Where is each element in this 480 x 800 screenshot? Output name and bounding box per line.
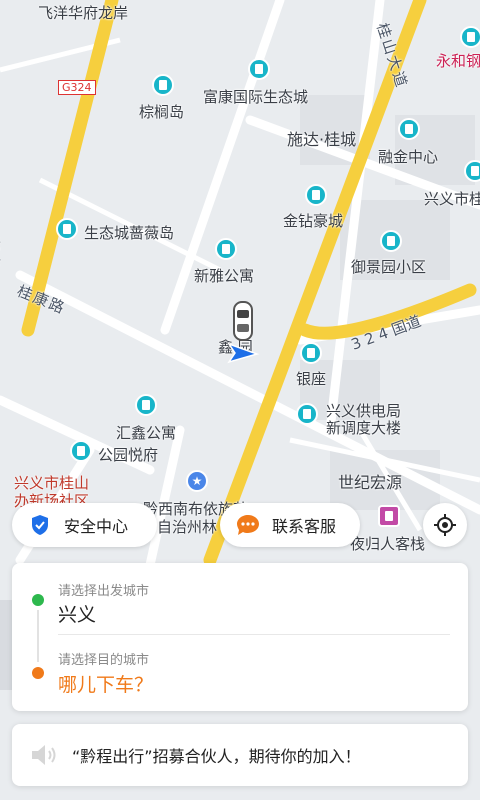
trip-panel: 请选择出发城市 兴义 请选择目的城市 哪儿下车？ — [12, 563, 468, 711]
poi-marker-icon[interactable] — [398, 118, 420, 140]
map-label-huixin: 汇鑫公寓 — [116, 424, 177, 442]
locate-button[interactable] — [423, 503, 467, 547]
hotel-icon[interactable] — [378, 505, 400, 527]
poi-marker-icon[interactable] — [248, 58, 270, 80]
map-label-xinya: 新雅公寓 — [194, 267, 255, 285]
poi-marker-icon[interactable] — [464, 160, 480, 182]
poi-marker-icon[interactable] — [135, 394, 157, 416]
map-label-yujingyuan: 御景园小区 — [351, 258, 427, 276]
chat-bubble-icon — [236, 513, 260, 537]
map-label-shijihongyuan: 世纪宏源 — [338, 473, 403, 492]
map-label-yeguiren: 夜归人客栈 — [350, 535, 426, 553]
departure-city-row[interactable]: 请选择出发城市 兴义 — [12, 563, 468, 634]
speaker-icon — [28, 740, 58, 770]
departure-dot-icon — [32, 594, 44, 606]
departure-city-value: 兴义 — [58, 604, 97, 626]
contact-service-label: 联系客服 — [272, 517, 337, 536]
departure-hint: 请选择出发城市 — [58, 584, 150, 599]
map-label-xindiaodu: 新调度大楼 — [326, 419, 402, 437]
poi-marker-icon[interactable] — [460, 26, 480, 48]
map-label-jinzuan: 金钻豪城 — [283, 212, 344, 230]
map-label-zonglvdao: 棕榈岛 — [139, 103, 185, 121]
poi-marker-icon[interactable] — [152, 74, 174, 96]
poi-marker-icon[interactable] — [70, 440, 92, 462]
poi-marker-icon[interactable] — [56, 218, 78, 240]
destination-hint: 请选择目的城市 — [58, 653, 150, 668]
map-label-shida: 施达·桂城 — [287, 130, 357, 149]
map-label-yinzuo: 银座 — [296, 370, 327, 388]
contact-service-button[interactable]: 联系客服 — [220, 503, 360, 547]
map-label-fukang: 富康国际生态城 — [203, 88, 309, 106]
road-label-xingyi: 兴义 — [0, 236, 2, 271]
recruitment-notice-bar[interactable]: “黔程出行”招募合伙人，期待你的加入！ — [12, 724, 468, 786]
map-label-xingyi-city: 兴义市桂 — [424, 190, 480, 208]
safety-center-button[interactable]: 安全中心 — [12, 503, 157, 547]
map-label-feiyang: 飞洋华府龙岸 — [38, 4, 129, 22]
destination-city-row[interactable]: 请选择目的城市 哪儿下车？ — [12, 635, 468, 711]
map-label-zizhizhou: 自治州林 — [157, 518, 218, 536]
destination-city-value: 哪儿下车？ — [58, 674, 154, 696]
destination-dot-icon — [32, 667, 44, 679]
poi-marker-icon[interactable] — [300, 342, 322, 364]
poi-marker-icon[interactable] — [215, 238, 237, 260]
poi-marker-icon[interactable] — [305, 184, 327, 206]
map-label-yonghe: 永和钢 — [436, 52, 480, 70]
poi-marker-icon[interactable] — [380, 230, 402, 252]
crosshair-icon — [434, 514, 456, 536]
map-label-rongjin: 融金中心 — [378, 148, 439, 166]
shield-icon — [28, 513, 52, 537]
highway-shield-g324: G324 — [58, 80, 96, 95]
map-label-shengtaicheng: 生态城蔷薇岛 — [84, 224, 175, 242]
car-location-icon — [227, 301, 260, 364]
safety-center-label: 安全中心 — [64, 517, 129, 536]
poi-marker-icon[interactable] — [296, 403, 318, 425]
notice-text: “黔程出行”招募合伙人，期待你的加入！ — [72, 747, 361, 766]
landmark-star-icon[interactable] — [186, 470, 208, 492]
map-label-gongyuanyue: 公园悦府 — [98, 446, 159, 464]
